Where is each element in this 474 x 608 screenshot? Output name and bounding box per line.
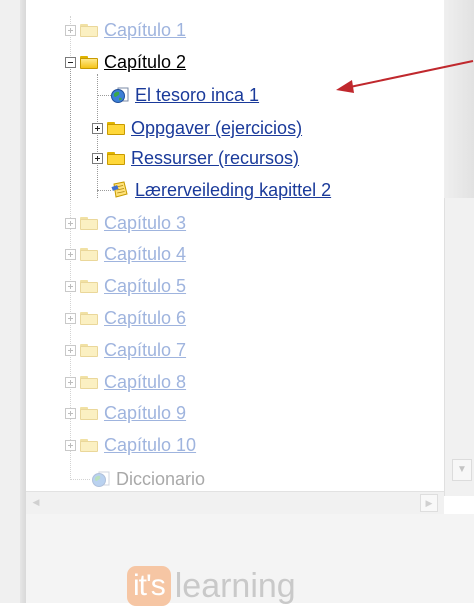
tree-item-ressurser[interactable]: Ressurser (recursos)	[92, 145, 299, 171]
open-folder-icon	[80, 55, 98, 69]
its-learning-logo: it's learning	[127, 564, 296, 608]
folder-icon	[80, 438, 98, 452]
tree-item-label[interactable]: Diccionario	[116, 468, 205, 490]
tree-item-capitulo-7[interactable]: Capítulo 7	[65, 337, 186, 363]
expand-icon[interactable]	[65, 312, 76, 324]
expand-icon[interactable]	[65, 376, 76, 388]
tree-item-label[interactable]: Capítulo 8	[104, 371, 186, 393]
tree-item-el-tesoro-inca-1[interactable]: El tesoro inca 1	[97, 82, 259, 108]
tree-item-capitulo-4[interactable]: Capítulo 4	[65, 241, 186, 267]
tree-item-oppgaver[interactable]: Oppgaver (ejercicios)	[92, 115, 302, 141]
tree-item-label[interactable]: Capítulo 6	[104, 307, 186, 329]
tree-item-capitulo-1[interactable]: Capítulo 1	[65, 17, 186, 43]
footer: it's learning	[26, 514, 474, 606]
tree-item-label[interactable]: Capítulo 1	[104, 19, 186, 41]
expand-icon[interactable]	[92, 122, 103, 134]
tree-item-label[interactable]: Capítulo 2	[104, 51, 186, 73]
folder-icon	[80, 23, 98, 37]
tree-item-capitulo-9[interactable]: Capítulo 9	[65, 400, 186, 426]
expand-icon[interactable]	[65, 344, 76, 356]
collapse-icon[interactable]	[65, 56, 76, 68]
tree-item-capitulo-2[interactable]: Capítulo 2	[65, 49, 186, 75]
logo-word: learning	[174, 567, 296, 605]
tree-item-capitulo-8[interactable]: Capítulo 8	[65, 369, 186, 395]
expand-icon[interactable]	[65, 280, 76, 292]
tree-item-label[interactable]: Capítulo 7	[104, 339, 186, 361]
tree-item-capitulo-5[interactable]: Capítulo 5	[65, 273, 186, 299]
tree-item-label[interactable]: Capítulo 5	[104, 275, 186, 297]
scroll-right-button[interactable]: ▶	[420, 494, 438, 512]
tree-item-capitulo-3[interactable]: Capítulo 3	[65, 210, 186, 236]
expand-icon[interactable]	[65, 407, 76, 419]
logo-badge: it's	[127, 566, 171, 606]
expand-icon[interactable]	[92, 152, 103, 164]
tree-guide-line-active	[70, 60, 71, 200]
folder-icon	[107, 151, 125, 165]
tree-item-capitulo-6[interactable]: Capítulo 6	[65, 305, 186, 331]
expand-icon[interactable]	[65, 248, 76, 260]
globe-page-icon	[92, 471, 110, 487]
tree-item-label[interactable]: El tesoro inca 1	[135, 84, 259, 106]
folder-icon	[80, 216, 98, 230]
course-tree: Capítulo 1 Capítulo 2 El tesoro inca 1 O…	[0, 0, 474, 492]
scroll-down-button[interactable]: ▼	[452, 459, 472, 481]
tree-item-label[interactable]: Ressurser (recursos)	[131, 147, 299, 169]
tree-item-label[interactable]: Capítulo 4	[104, 243, 186, 265]
folder-icon	[80, 247, 98, 261]
tree-item-label[interactable]: Oppgaver (ejercicios)	[131, 117, 302, 139]
tree-item-label[interactable]: Capítulo 9	[104, 402, 186, 424]
folder-icon	[107, 121, 125, 135]
folder-icon	[80, 279, 98, 293]
folder-icon	[80, 406, 98, 420]
tree-item-capitulo-10[interactable]: Capítulo 10	[65, 432, 196, 458]
folder-icon	[80, 343, 98, 357]
folder-icon	[80, 375, 98, 389]
annotation-arrow-icon	[336, 60, 474, 93]
expand-icon[interactable]	[65, 24, 76, 36]
tree-item-label[interactable]: Lærerveileding kapittel 2	[135, 179, 331, 201]
tree-item-laererveileding[interactable]: Lærerveileding kapittel 2	[97, 177, 331, 203]
scroll-left-button[interactable]: ◀	[28, 494, 44, 510]
folder-icon	[80, 311, 98, 325]
vertical-scrollbar[interactable]	[444, 198, 474, 496]
globe-page-icon	[111, 87, 129, 103]
expand-icon[interactable]	[65, 439, 76, 451]
tree-item-label[interactable]: Capítulo 3	[104, 212, 186, 234]
expand-icon[interactable]	[65, 217, 76, 229]
tree-item-label[interactable]: Capítulo 10	[104, 434, 196, 456]
tree-item-diccionario[interactable]: Diccionario	[70, 466, 205, 492]
document-icon	[111, 181, 128, 198]
horizontal-scrollbar[interactable]: ◀ ▶	[26, 491, 444, 515]
